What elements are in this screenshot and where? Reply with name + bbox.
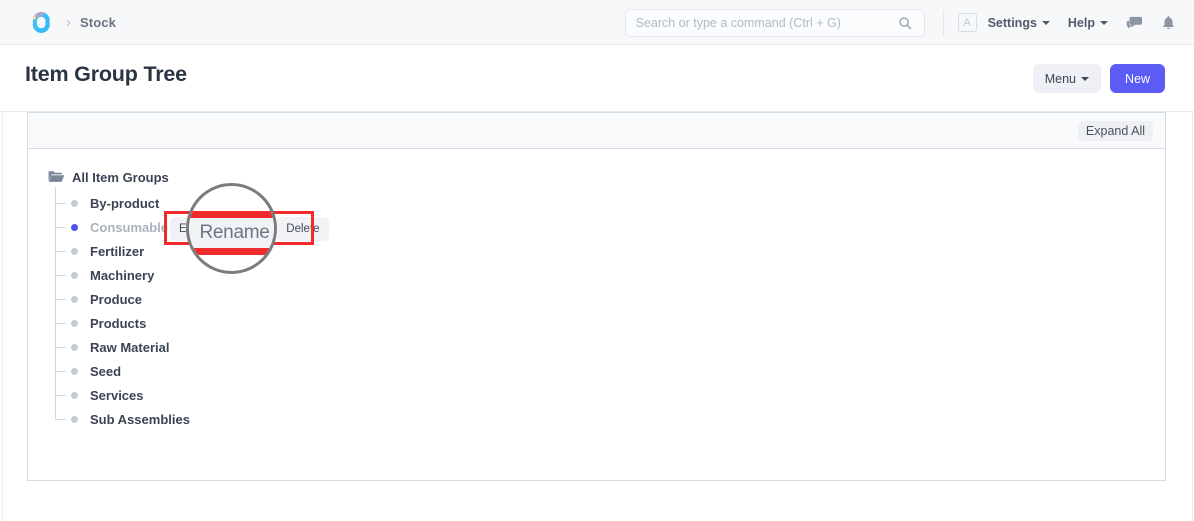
node-dot-icon: [71, 343, 78, 351]
magnifier-highlight-top-edge: [189, 211, 274, 218]
stock-app-logo-icon[interactable]: [29, 10, 54, 35]
tree-node-label: Services: [90, 387, 144, 403]
tree-node-label: Fertilizer: [90, 243, 145, 259]
node-dot-icon: [71, 199, 78, 207]
new-button[interactable]: New: [1109, 64, 1165, 93]
tree-node-label: Consumable: [90, 219, 169, 235]
tree-node[interactable]: Services: [55, 383, 1165, 407]
page-title: Item Group Tree: [25, 62, 187, 86]
tree-root-label: All Item Groups: [72, 169, 169, 185]
page-header-actions: Menu New: [1032, 64, 1165, 93]
chevron-down-icon: [1041, 20, 1050, 25]
node-selected-dot-icon: [71, 223, 78, 231]
tree-node-label: Produce: [90, 291, 143, 307]
chevron-down-icon: [1080, 76, 1089, 81]
bell-icon[interactable]: [1161, 15, 1176, 31]
search-input[interactable]: [635, 15, 898, 30]
avatar[interactable]: A: [957, 13, 977, 32]
tree-node-label: By-product: [90, 195, 160, 211]
tree-node-label: Raw Material: [90, 339, 170, 355]
breadcrumb-item-stock[interactable]: Stock: [80, 15, 116, 30]
page-header: Item Group Tree Menu New: [0, 45, 1194, 112]
node-dot-icon: [71, 319, 78, 327]
navbar-divider: [942, 9, 944, 36]
expand-all-button[interactable]: Expand All: [1077, 120, 1153, 141]
magnifier-lens: Rename: [186, 183, 277, 274]
top-navbar: › Stock A Settings Help: [0, 0, 1194, 45]
menu-button[interactable]: Menu: [1032, 64, 1101, 93]
delete-button[interactable]: Delete: [277, 217, 329, 241]
magnifier-highlight-bottom-edge: [189, 248, 274, 255]
page-container: Expand All All Item Groups By-product Con…: [2, 112, 1193, 521]
magnifier-content: Rename: [189, 186, 274, 271]
tree-node[interactable]: Raw Material: [55, 335, 1165, 359]
tree-root-node[interactable]: All Item Groups: [48, 167, 1165, 187]
node-dot-icon: [71, 247, 78, 255]
tree-node-label: Machinery: [90, 267, 155, 283]
breadcrumb: › Stock: [0, 10, 116, 35]
magnified-rename-label: Rename: [199, 222, 270, 243]
settings-label: Settings: [987, 15, 1037, 30]
node-dot-icon: [71, 415, 78, 423]
tree-node-label: Seed: [90, 363, 122, 379]
tree-node-label: Sub Assemblies: [90, 411, 190, 427]
breadcrumb-separator-icon: ›: [66, 13, 71, 31]
open-folder-icon: [48, 170, 65, 184]
comment-icon[interactable]: [1126, 15, 1143, 31]
node-dot-icon: [71, 391, 78, 399]
help-label: Help: [1067, 15, 1095, 30]
settings-menu[interactable]: Settings: [988, 16, 1050, 30]
tree-node[interactable]: Products: [55, 311, 1165, 335]
tree-card: Expand All All Item Groups By-product Con…: [27, 112, 1166, 481]
node-dot-icon: [71, 295, 78, 303]
node-dot-icon: [71, 271, 78, 279]
search-icon[interactable]: [898, 16, 912, 30]
node-dot-icon: [71, 367, 78, 375]
tree-node[interactable]: Sub Assemblies: [55, 407, 1165, 431]
tree-node[interactable]: Produce: [55, 287, 1165, 311]
tree-card-header: Expand All: [28, 113, 1165, 149]
navbar-right-section: A Settings Help: [624, 0, 1194, 45]
search-box[interactable]: [624, 8, 925, 37]
tree-node[interactable]: Seed: [55, 359, 1165, 383]
help-menu[interactable]: Help: [1068, 16, 1108, 30]
chevron-down-icon: [1100, 20, 1108, 25]
tree-node-label: Products: [90, 315, 147, 331]
menu-button-label: Menu: [1044, 71, 1076, 86]
